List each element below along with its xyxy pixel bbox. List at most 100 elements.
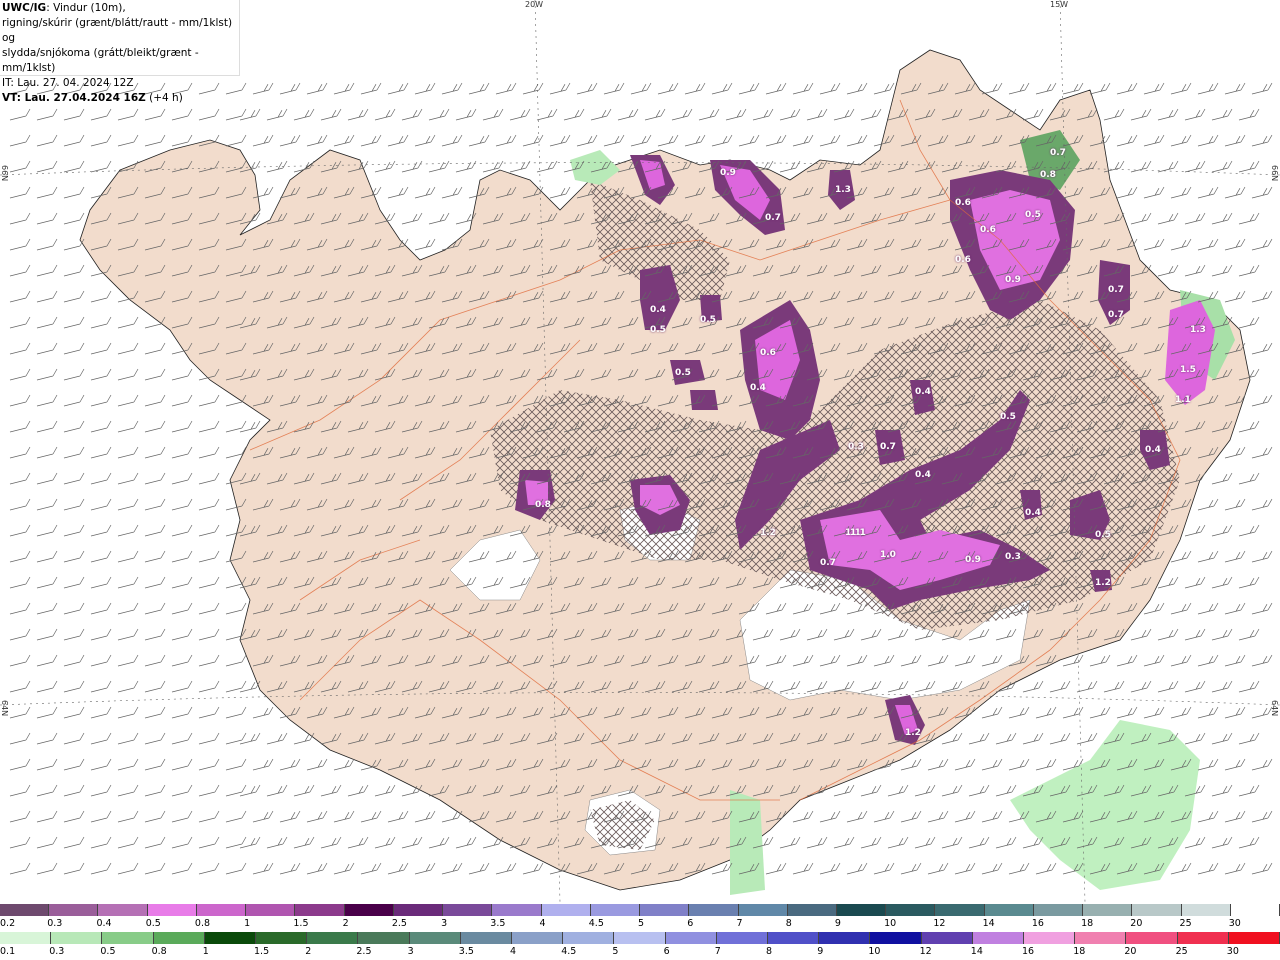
legend-swatch xyxy=(1228,932,1280,944)
grid-label-20w: 20W xyxy=(525,0,544,9)
precip-value-label: 1.3 xyxy=(1190,325,1206,335)
precip-value-label: 0.4 xyxy=(915,387,931,397)
precip-value-label: 0.8 xyxy=(1040,170,1056,180)
precip-value-label: 0.7 xyxy=(1050,148,1066,158)
header-line3: slydda/snjókoma (grátt/bleikt/grænt - mm… xyxy=(2,47,199,74)
precip-value-label: 0.7 xyxy=(1108,310,1124,320)
precip-value-label: 0.4 xyxy=(650,305,666,315)
grid-label-66n-left: 66N xyxy=(0,165,9,182)
precip-value-label: 0.4 xyxy=(915,470,931,480)
legend-swatch xyxy=(492,904,542,916)
legend-swatch xyxy=(295,904,345,916)
precip-value-label: 0.6 xyxy=(955,198,971,208)
legend-swatch xyxy=(204,932,257,944)
legend-tick-label: 7 xyxy=(736,918,743,929)
precip-value-label: 1.5 xyxy=(1180,365,1196,375)
legend-tick-label: 20 xyxy=(1130,918,1143,929)
legend-swatch xyxy=(1083,904,1133,916)
legend-swatch xyxy=(358,932,410,944)
map-info-panel: UWC/IG: Vindur (10m), rigning/skúrir (gr… xyxy=(0,0,240,104)
legend-tick-label: 4 xyxy=(539,918,546,929)
legend-swatch xyxy=(665,932,717,944)
model-name: UWC/IG xyxy=(2,2,47,14)
legend-swatch xyxy=(256,932,308,944)
legend-tick-label: 16 xyxy=(1022,946,1035,957)
precip-value-label: 0.6 xyxy=(760,348,776,358)
precip-value-label: 0.4 xyxy=(750,383,766,393)
precip-value-label: 0.8 xyxy=(535,500,551,510)
header-line1: : Vindur (10m), xyxy=(46,2,126,14)
legend-swatch xyxy=(1033,904,1084,916)
legend-tick-label: 0.5 xyxy=(145,918,161,929)
precip-value-label: 0.5 xyxy=(1095,530,1111,540)
legend-swatch xyxy=(147,904,197,916)
precip-value-label: 1.1 xyxy=(1175,395,1191,405)
precip-value-label: 1.3 xyxy=(835,185,851,195)
legend-tick-label: 0.8 xyxy=(194,918,211,929)
legend-tick-label: 3 xyxy=(407,946,414,957)
legend-swatch xyxy=(1075,932,1127,944)
precip-value-label: 0.9 xyxy=(1005,275,1021,285)
legend-tick-label: 6 xyxy=(663,946,670,957)
legend-tick-label: 3 xyxy=(441,918,448,929)
legend-snow-colorbar xyxy=(0,904,1280,916)
legend-tick-label: 1.5 xyxy=(254,946,270,957)
precip-value-label: 0.7 xyxy=(820,558,836,568)
legend-swatch xyxy=(307,932,359,944)
legend-tick-label: 2 xyxy=(342,918,349,929)
legend-swatch xyxy=(512,932,564,944)
legend-tick-label: 10 xyxy=(884,918,897,929)
legend-tick-label: 0.2 xyxy=(0,918,16,929)
legend-tick-label: 25 xyxy=(1179,918,1192,929)
legend-tick-label: 8 xyxy=(766,946,773,957)
legend-rain-labels: 0.1 0.3 0.5 0.8 1 1.5 2 2.5 3 3.5 4 4.5 5 6 7 8 9 10 12 14 1… xyxy=(0,946,1280,958)
precip-value-label: 0.5 xyxy=(700,315,716,325)
legend-rain-colorbar xyxy=(0,932,1280,944)
legend-swatch xyxy=(1126,932,1178,944)
grid-label-64n-right: 64N xyxy=(1270,700,1279,717)
legend-swatch xyxy=(541,904,591,916)
legend-swatch xyxy=(886,904,936,916)
legend-tick-label: 9 xyxy=(834,918,841,929)
legend-tick-label: 20 xyxy=(1124,946,1137,957)
precip-value-label: 0.5 xyxy=(675,368,691,378)
legend-swatch xyxy=(614,932,666,944)
legend-swatch xyxy=(716,932,769,944)
legend-swatch xyxy=(196,904,247,916)
legend-snow-labels: 0.2 0.3 0.4 0.5 0.8 1 1.5 2 2.5 3 3.5 4 4.5 5 6 7 8 9 10 12… xyxy=(0,918,1280,930)
legend-tick-label: 18 xyxy=(1081,918,1094,929)
legend-tick-label: 0.8 xyxy=(151,946,167,957)
header-line2: rigning/skúrir (grænt/blátt/rautt - mm/1… xyxy=(2,17,233,44)
legend-swatch xyxy=(1230,904,1280,916)
legend-tick-label: 30 xyxy=(1228,918,1241,929)
legend-swatch xyxy=(738,904,788,916)
precip-value-label: 1.1 xyxy=(850,528,866,538)
legend-swatch xyxy=(0,904,50,916)
legend-tick-label: 0.3 xyxy=(47,918,63,929)
valid-time: VT: Lau. 27.04.2024 16Z xyxy=(2,92,146,104)
legend-swatch xyxy=(246,904,296,916)
legend-swatch xyxy=(393,904,444,916)
legend-tick-label: 5 xyxy=(612,946,619,957)
legend-swatch xyxy=(935,904,985,916)
precip-value-label: 0.9 xyxy=(965,555,981,565)
snow-cell xyxy=(690,390,718,410)
legend-tick-label: 4.5 xyxy=(561,946,577,957)
grid-label-66n-right: 66N xyxy=(1270,165,1279,182)
legend-tick-label: 2 xyxy=(305,946,312,957)
legend-tick-label: 16 xyxy=(1031,918,1044,929)
legend-tick-label: 7 xyxy=(714,946,721,957)
legend-swatch xyxy=(984,904,1034,916)
legend-tick-label: 12 xyxy=(933,918,946,929)
legend-swatch xyxy=(153,932,205,944)
legend-swatch xyxy=(819,932,871,944)
legend-tick-label: 4.5 xyxy=(588,918,604,929)
legend-tick-label: 4 xyxy=(510,946,517,957)
precip-value-label: 0.7 xyxy=(880,442,896,452)
precip-value-label: 1.2 xyxy=(905,728,921,738)
rain-south xyxy=(730,790,765,895)
precip-value-label: 1.0 xyxy=(880,550,896,560)
legend-swatch xyxy=(1177,932,1229,944)
legend-swatch xyxy=(344,904,394,916)
legend-swatch xyxy=(49,904,99,916)
